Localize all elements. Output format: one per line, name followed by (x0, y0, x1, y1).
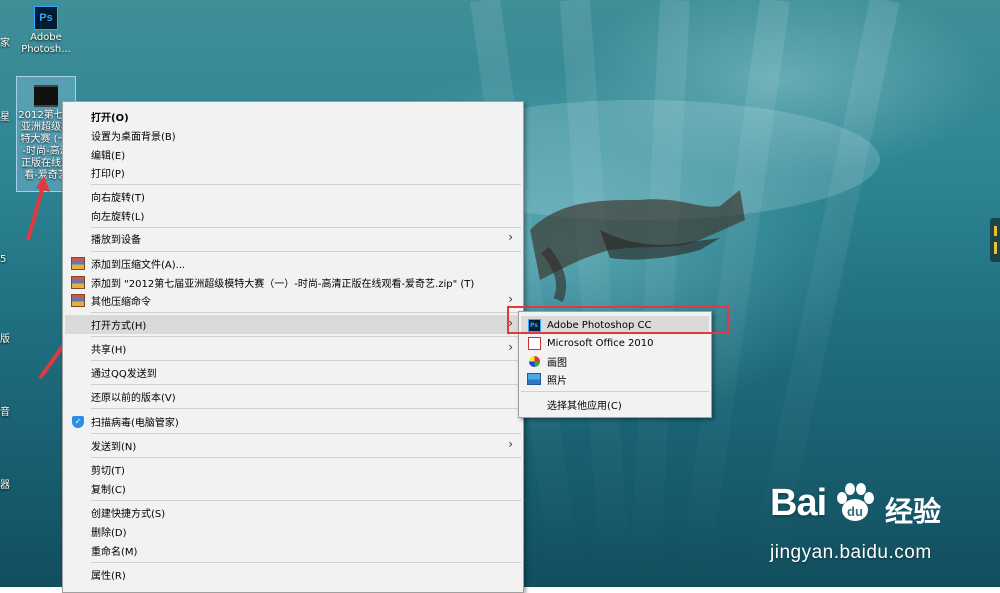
menu-item-label: 打开(O) (91, 113, 129, 124)
winrar-icon (71, 257, 85, 270)
menu-item-scan-virus[interactable]: ✓ 扫描病毒(电脑管家) (65, 412, 521, 431)
menu-item-add-to-archive[interactable]: 添加到压缩文件(A)... (65, 254, 521, 273)
open-with-choose-other[interactable]: 选择其他应用(C) (521, 395, 709, 413)
menu-item-rotate-left[interactable]: 向左旋转(L) (65, 206, 521, 225)
menu-item-label: 向右旋转(T) (91, 193, 145, 204)
menu-item-rotate-right[interactable]: 向右旋转(T) (65, 187, 521, 206)
menu-item-label: 打印(P) (91, 169, 125, 180)
chevron-right-icon: › (508, 437, 513, 451)
menu-separator (91, 562, 521, 563)
open-with-paint[interactable]: 画图 (521, 352, 709, 370)
menu-item-label: Microsoft Office 2010 (547, 337, 654, 349)
menu-item-label: 向左旋转(L) (91, 212, 145, 223)
annotation-highlight-box (507, 306, 729, 334)
menu-separator (91, 184, 521, 185)
menu-item-open[interactable]: 打开(O) (65, 107, 521, 126)
context-menu: 打开(O) 设置为桌面背景(B) 编辑(E) 打印(P) 向右旋转(T) 向左旋… (62, 101, 524, 593)
menu-item-edit[interactable]: 编辑(E) (65, 145, 521, 164)
widget-bar (994, 226, 997, 236)
menu-item-delete[interactable]: 删除(D) (65, 522, 521, 541)
menu-item-print[interactable]: 打印(P) (65, 163, 521, 182)
menu-item-cut[interactable]: 剪切(T) (65, 460, 521, 479)
menu-item-label: 剪切(T) (91, 466, 125, 477)
menu-item-label: 添加到压缩文件(A)... (91, 260, 186, 271)
baidu-paw-icon: du (837, 483, 874, 521)
menu-separator (91, 251, 521, 252)
menu-item-open-with[interactable]: 打开方式(H) › (65, 315, 521, 334)
edge-icon-label[interactable]: 器 (0, 476, 10, 491)
menu-item-label: 选择其他应用(C) (547, 400, 622, 412)
menu-item-label: 播放到设备 (91, 235, 141, 246)
menu-item-label: 复制(C) (91, 485, 126, 496)
menu-item-share[interactable]: 共享(H) › (65, 339, 521, 358)
menu-item-copy[interactable]: 复制(C) (65, 479, 521, 498)
menu-item-label: 编辑(E) (91, 151, 126, 162)
menu-item-rename[interactable]: 重命名(M) (65, 541, 521, 560)
edge-icon-label[interactable]: 音 (0, 403, 10, 418)
paint-icon (528, 355, 540, 367)
menu-separator (91, 433, 521, 434)
widget-bar (994, 242, 997, 254)
svg-text:du: du (847, 504, 863, 519)
menu-item-label: 扫描病毒(电脑管家) (91, 418, 179, 429)
open-with-office[interactable]: Microsoft Office 2010 (521, 334, 709, 352)
winrar-icon (71, 276, 85, 289)
menu-separator (91, 227, 521, 228)
open-with-photos[interactable]: 照片 (521, 370, 709, 388)
menu-item-label: 照片 (547, 375, 567, 387)
menu-item-label: 共享(H) (91, 345, 127, 356)
chevron-right-icon: › (508, 292, 513, 306)
menu-item-label: 打开方式(H) (91, 321, 147, 332)
baidu-watermark-url: jingyan.baidu.com (770, 542, 932, 563)
baidu-watermark-cn: 经验 (885, 495, 942, 528)
menu-item-send-via-qq[interactable]: 通过QQ发送到 (65, 363, 521, 382)
menu-item-restore-previous[interactable]: 还原以前的版本(V) (65, 387, 521, 406)
menu-item-label: 设置为桌面背景(B) (91, 132, 176, 143)
menu-item-label: 重命名(M) (91, 547, 138, 558)
winrar-icon (71, 294, 85, 307)
menu-item-label: 还原以前的版本(V) (91, 393, 176, 404)
menu-separator (91, 336, 521, 337)
menu-item-label: 创建快捷方式(S) (91, 509, 166, 520)
menu-item-cast-to-device[interactable]: 播放到设备 › (65, 229, 521, 248)
menu-item-label: 画图 (547, 357, 567, 369)
menu-item-label: 删除(D) (91, 528, 127, 539)
menu-item-send-to[interactable]: 发送到(N) › (65, 436, 521, 455)
photos-icon (527, 373, 541, 385)
menu-separator (91, 457, 521, 458)
menu-item-add-to-zip[interactable]: 添加到 "2012第七届亚洲超级模特大赛（一）-时尚-高清正版在线观看-爱奇艺.… (65, 273, 521, 292)
shield-icon: ✓ (72, 415, 84, 428)
menu-item-label: 发送到(N) (91, 442, 137, 453)
menu-separator (521, 391, 709, 392)
menu-separator (91, 500, 521, 501)
menu-separator (91, 312, 521, 313)
menu-separator (91, 384, 521, 385)
chevron-right-icon: › (508, 340, 513, 354)
menu-separator (91, 360, 521, 361)
menu-item-label: 属性(R) (91, 571, 126, 582)
menu-item-create-shortcut[interactable]: 创建快捷方式(S) (65, 503, 521, 522)
menu-item-label: 其他压缩命令 (91, 297, 151, 308)
edge-widget[interactable] (990, 218, 1000, 262)
menu-item-label: 添加到 "2012第七届亚洲超级模特大赛（一）-时尚-高清正版在线观看-爱奇艺.… (91, 279, 475, 290)
menu-item-set-wallpaper[interactable]: 设置为桌面背景(B) (65, 126, 521, 145)
menu-separator (91, 408, 521, 409)
chevron-right-icon: › (508, 230, 513, 244)
menu-item-other-compress[interactable]: 其他压缩命令 › (65, 291, 521, 310)
office-icon (527, 336, 541, 350)
menu-item-properties[interactable]: 属性(R) (65, 565, 521, 584)
menu-item-label: 通过QQ发送到 (91, 369, 157, 380)
